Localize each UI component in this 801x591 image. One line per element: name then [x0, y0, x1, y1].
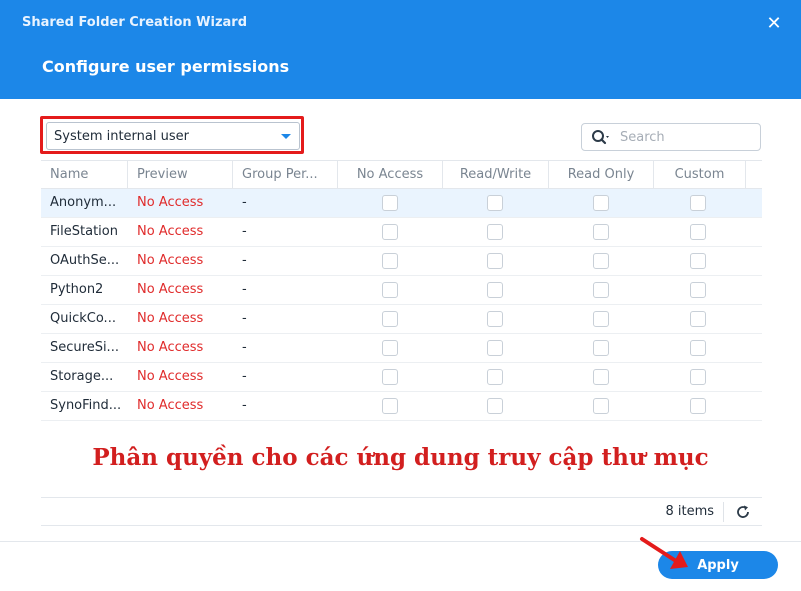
read-only-checkbox[interactable]: [593, 369, 609, 385]
search-input[interactable]: [620, 128, 750, 146]
read-write-checkbox[interactable]: [487, 340, 503, 356]
table-row[interactable]: Anonym... No Access -: [41, 189, 762, 218]
arrow-icon: [640, 537, 688, 569]
user-type-selected: System internal user: [54, 129, 189, 144]
custom-checkbox[interactable]: [690, 253, 706, 269]
search-box[interactable]: [581, 123, 761, 151]
row-name: QuickCo...: [50, 311, 116, 326]
no-access-checkbox[interactable]: [382, 340, 398, 356]
custom-checkbox[interactable]: [690, 282, 706, 298]
row-preview: No Access: [137, 369, 204, 384]
read-write-checkbox[interactable]: [487, 369, 503, 385]
read-write-checkbox[interactable]: [487, 311, 503, 327]
search-icon[interactable]: [591, 129, 609, 147]
read-only-checkbox[interactable]: [593, 282, 609, 298]
no-access-checkbox[interactable]: [382, 224, 398, 240]
row-name: FileStation: [50, 224, 118, 239]
table-row[interactable]: FileStation No Access -: [41, 218, 762, 247]
no-access-checkbox[interactable]: [382, 311, 398, 327]
table-row[interactable]: Storage... No Access -: [41, 363, 762, 392]
close-icon: ✕: [766, 13, 782, 34]
row-group-permission: -: [242, 253, 247, 268]
column-header-read-write[interactable]: Read/Write: [443, 161, 549, 189]
row-group-permission: -: [242, 224, 247, 239]
no-access-checkbox[interactable]: [382, 253, 398, 269]
refresh-icon[interactable]: [735, 504, 751, 520]
read-only-checkbox[interactable]: [593, 398, 609, 414]
custom-checkbox[interactable]: [690, 398, 706, 414]
row-name: SecureSi...: [50, 340, 119, 355]
row-preview: No Access: [137, 340, 204, 355]
custom-checkbox[interactable]: [690, 195, 706, 211]
shared-folder-wizard-dialog: Shared Folder Creation Wizard ✕ Configur…: [0, 0, 801, 591]
read-write-checkbox[interactable]: [487, 224, 503, 240]
row-preview: No Access: [137, 311, 204, 326]
custom-checkbox[interactable]: [690, 311, 706, 327]
wizard-header: Shared Folder Creation Wizard ✕ Configur…: [0, 0, 801, 99]
table-header: Name Preview Group Per... No Access Read…: [41, 161, 762, 189]
no-access-checkbox[interactable]: [382, 195, 398, 211]
row-preview: No Access: [137, 398, 204, 413]
custom-checkbox[interactable]: [690, 369, 706, 385]
row-group-permission: -: [242, 340, 247, 355]
column-header-custom[interactable]: Custom: [654, 161, 746, 189]
column-header-name[interactable]: Name: [41, 161, 128, 189]
row-group-permission: -: [242, 282, 247, 297]
table-row[interactable]: Python2 No Access -: [41, 276, 762, 305]
read-only-checkbox[interactable]: [593, 224, 609, 240]
close-button[interactable]: ✕: [762, 12, 786, 36]
row-group-permission: -: [242, 195, 247, 210]
row-name: Python2: [50, 282, 104, 297]
pager-divider: [723, 502, 724, 522]
row-group-permission: -: [242, 311, 247, 326]
item-count: 8 items: [665, 504, 714, 519]
read-only-checkbox[interactable]: [593, 311, 609, 327]
read-only-checkbox[interactable]: [593, 195, 609, 211]
column-header-preview[interactable]: Preview: [128, 161, 233, 189]
no-access-checkbox[interactable]: [382, 282, 398, 298]
row-group-permission: -: [242, 398, 247, 413]
annotation-text: Phân quyền cho các ứng dung truy cập thư…: [92, 444, 709, 471]
no-access-checkbox[interactable]: [382, 369, 398, 385]
custom-checkbox[interactable]: [690, 224, 706, 240]
table-pager: 8 items: [41, 498, 762, 526]
table-row[interactable]: OAuthSe... No Access -: [41, 247, 762, 276]
no-access-checkbox[interactable]: [382, 398, 398, 414]
row-name: SynoFind...: [50, 398, 122, 413]
wizard-title: Shared Folder Creation Wizard: [22, 15, 248, 30]
user-type-dropdown[interactable]: System internal user: [46, 122, 300, 150]
custom-checkbox[interactable]: [690, 340, 706, 356]
row-preview: No Access: [137, 282, 204, 297]
read-only-checkbox[interactable]: [593, 340, 609, 356]
column-header-group-permission[interactable]: Group Per...: [233, 161, 338, 189]
row-preview: No Access: [137, 253, 204, 268]
table-row[interactable]: QuickCo... No Access -: [41, 305, 762, 334]
step-title: Configure user permissions: [42, 57, 290, 76]
read-write-checkbox[interactable]: [487, 195, 503, 211]
row-name: OAuthSe...: [50, 253, 120, 268]
column-header-no-access[interactable]: No Access: [338, 161, 443, 189]
chevron-down-icon: [281, 134, 291, 139]
table-row[interactable]: SecureSi... No Access -: [41, 334, 762, 363]
read-write-checkbox[interactable]: [487, 253, 503, 269]
row-preview: No Access: [137, 195, 204, 210]
read-only-checkbox[interactable]: [593, 253, 609, 269]
row-group-permission: -: [242, 369, 247, 384]
read-write-checkbox[interactable]: [487, 282, 503, 298]
row-name: Anonym...: [50, 195, 117, 210]
row-preview: No Access: [137, 224, 204, 239]
row-name: Storage...: [50, 369, 114, 384]
column-header-read-only[interactable]: Read Only: [549, 161, 654, 189]
read-write-checkbox[interactable]: [487, 398, 503, 414]
table-row[interactable]: SynoFind... No Access -: [41, 392, 762, 421]
